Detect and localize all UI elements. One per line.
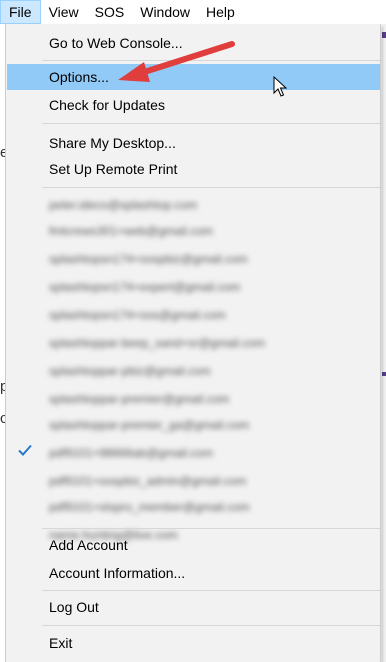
account-item[interactable]: peter.ideco@splashtop.com <box>49 196 197 214</box>
file-menu-dropdown: Go to Web Console... Options... Check fo… <box>5 24 381 662</box>
menu-item-exit[interactable]: Exit <box>7 630 380 656</box>
account-item[interactable]: splashtoppar-pbiz@gmail.com <box>49 362 211 380</box>
menu-separator <box>42 123 380 124</box>
account-item[interactable]: splashtoppar-premier@gmail.com <box>49 390 229 408</box>
account-item[interactable]: pdf9101+stspro_member@gmail.com <box>49 498 250 516</box>
account-item[interactable]: pdf9101+sospbiz_admin@gmail.com <box>49 472 246 490</box>
menu-separator <box>42 625 380 626</box>
background-accent-strip <box>382 372 386 376</box>
account-item[interactable]: fmtcrews301+web@gmail.com <box>49 222 213 240</box>
background-accent-strip <box>382 32 386 38</box>
account-item[interactable]: splashtoppar-premier_ga@gmail.com <box>49 416 249 434</box>
menu-view[interactable]: View <box>41 0 87 24</box>
menu-sos[interactable]: SOS <box>87 0 133 24</box>
menu-file[interactable]: File <box>0 0 41 24</box>
menu-item-remote-print[interactable]: Set Up Remote Print <box>7 156 380 182</box>
checkmark-icon <box>18 444 32 456</box>
menu-separator <box>42 528 380 529</box>
menu-item-share-desktop[interactable]: Share My Desktop... <box>7 130 380 156</box>
menu-item-log-out[interactable]: Log Out <box>7 594 380 620</box>
account-item[interactable]: splashtoppar-beep_sand+sr@gmail.com <box>49 334 265 352</box>
menu-item-check-updates[interactable]: Check for Updates <box>7 92 380 118</box>
menu-bar: File View SOS Window Help <box>0 0 386 24</box>
account-item[interactable]: splashtopsn174+sos@gmail.com <box>49 306 226 324</box>
account-item-selected[interactable]: pdf9101+98666ab@gmail.com <box>49 444 213 462</box>
background-window-edge <box>382 24 386 662</box>
menu-item-account-info[interactable]: Account Information... <box>7 560 380 586</box>
mouse-cursor-icon <box>273 76 287 97</box>
menu-item-add-account[interactable]: Add Account <box>7 532 380 558</box>
menu-separator <box>42 590 380 591</box>
menu-help[interactable]: Help <box>198 0 243 24</box>
screen: e p c File View SOS Window Help Go to We… <box>0 0 386 662</box>
menu-separator <box>42 187 380 188</box>
account-item[interactable]: splashtopsn174+sospbiz@gmail.com <box>49 250 248 268</box>
annotation-arrow-icon <box>118 41 235 82</box>
menu-window[interactable]: Window <box>132 0 198 24</box>
account-item[interactable]: splashtopsn174+expert@gmail.com <box>49 278 240 296</box>
